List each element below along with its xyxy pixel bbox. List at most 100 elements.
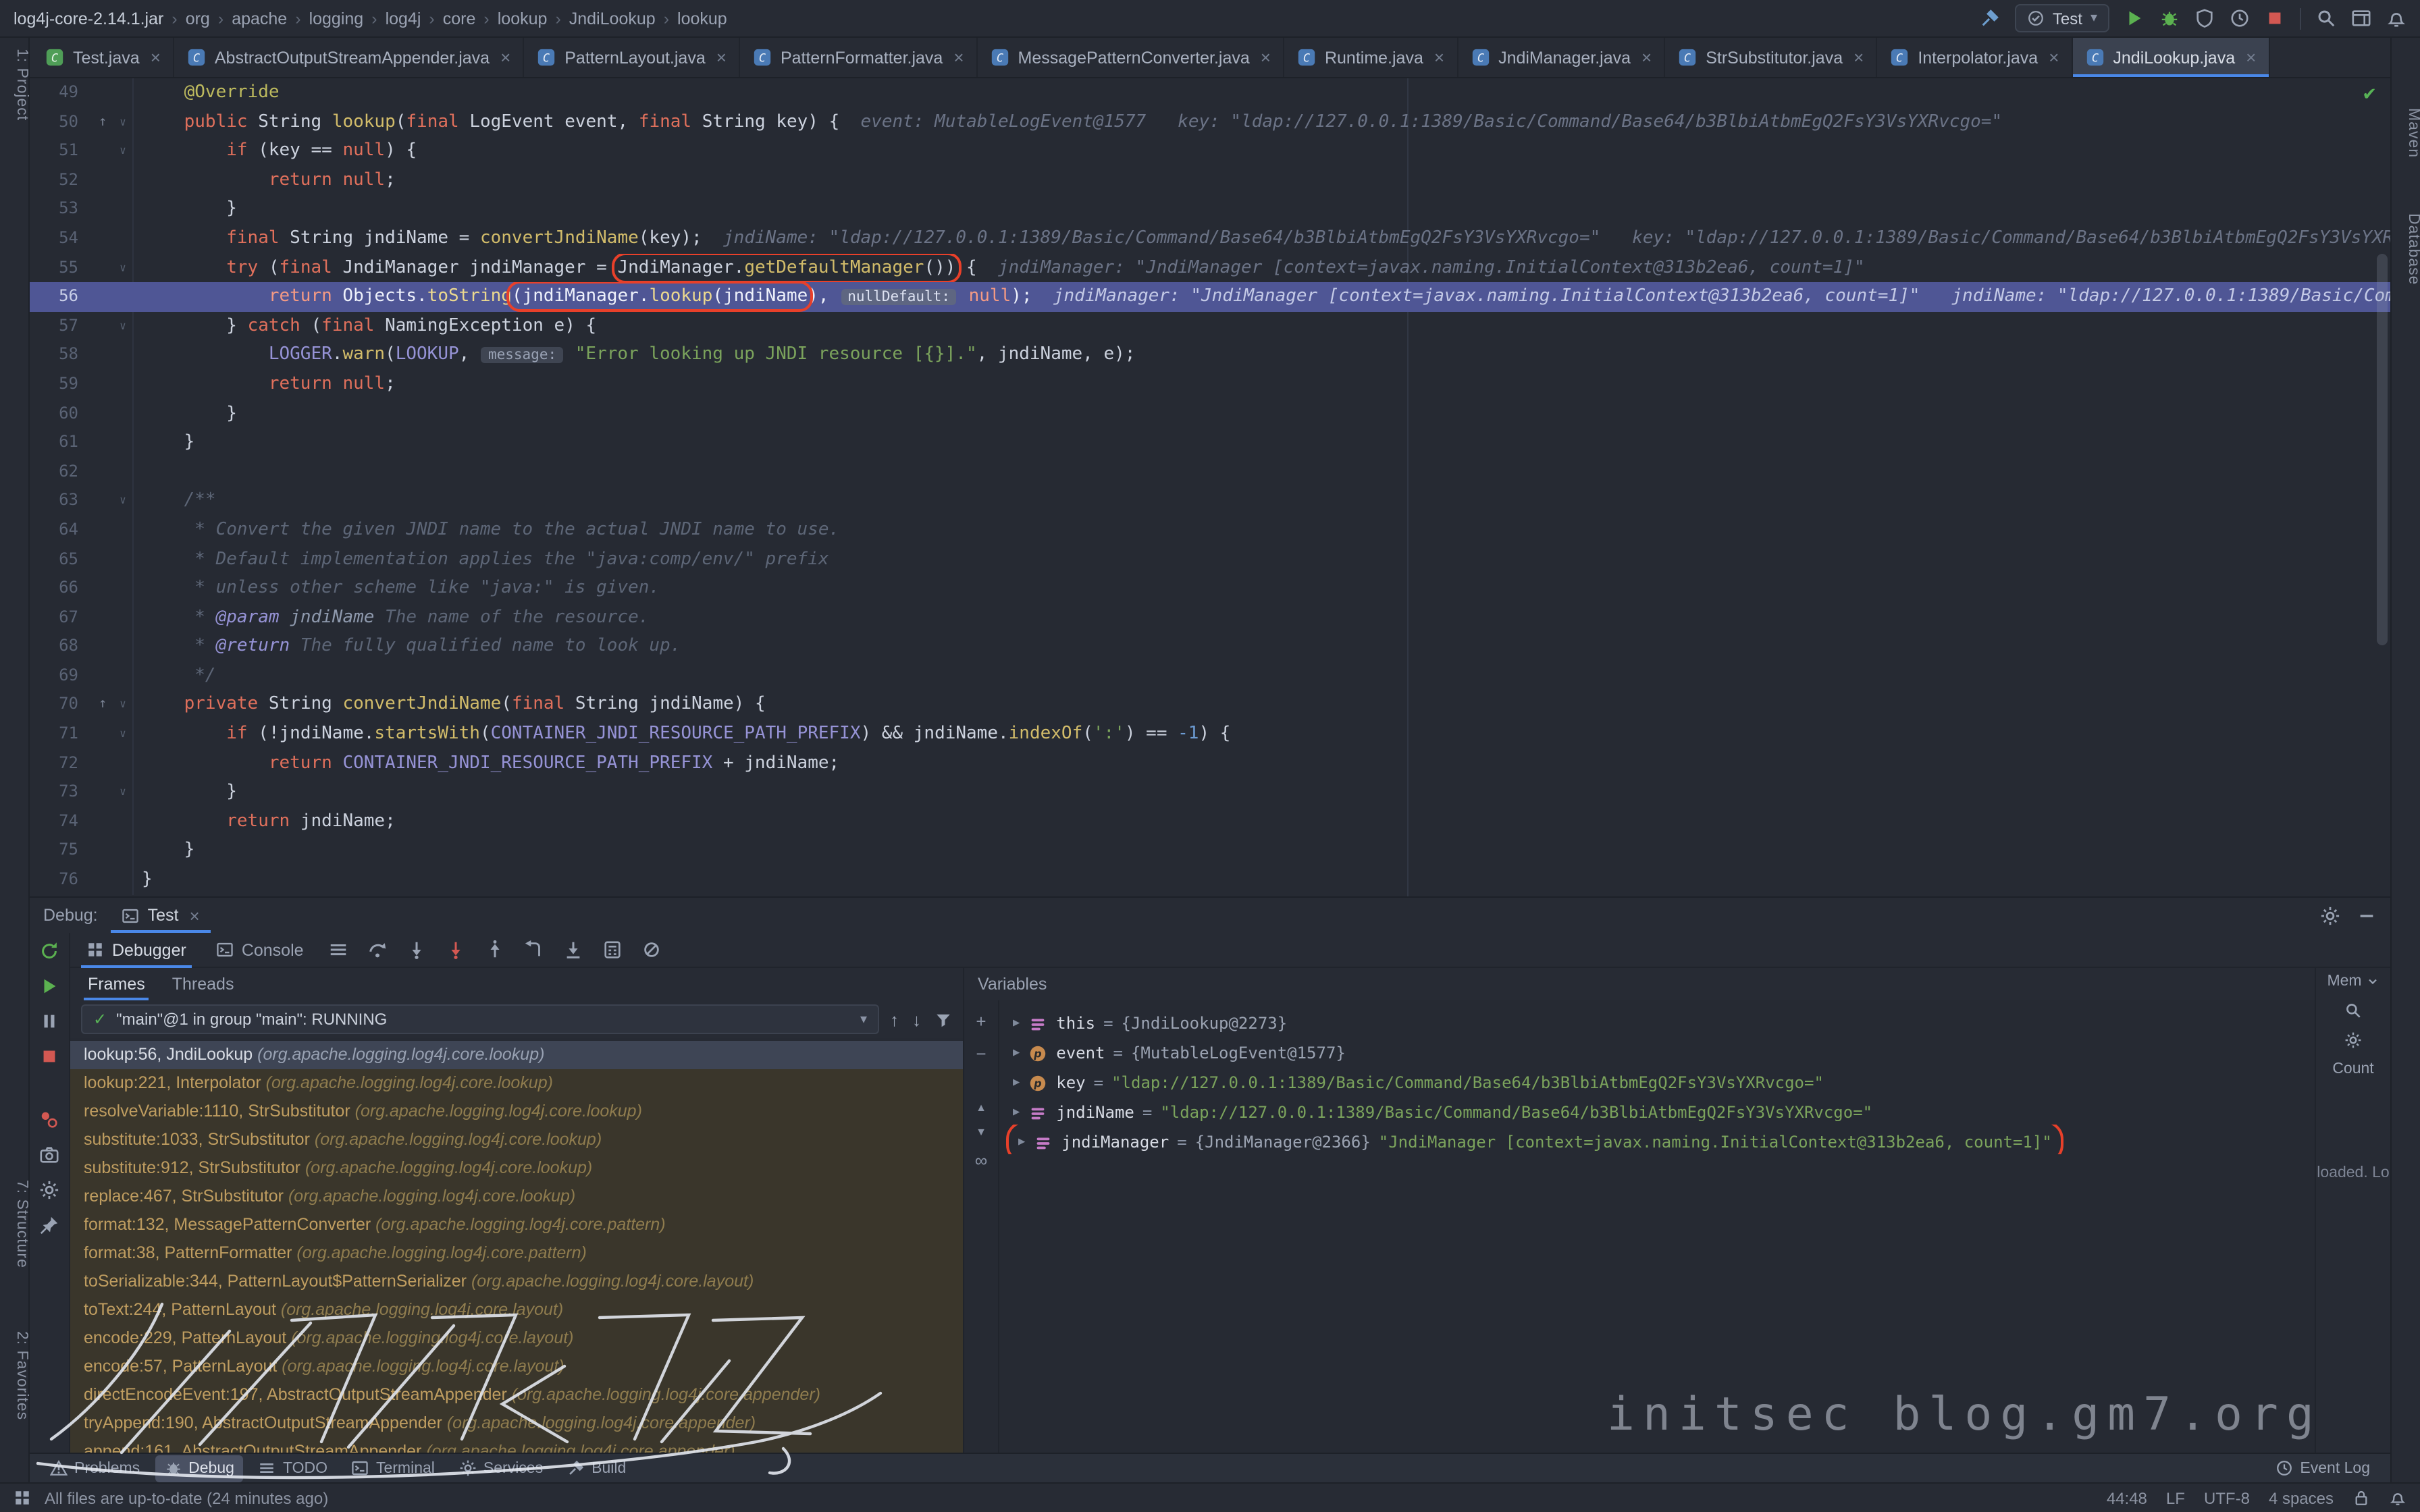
thread-selector[interactable]: ✓ "main"@1 in group "main": RUNNING ▾ xyxy=(81,1004,879,1034)
tool-window-bar-item[interactable]: Build xyxy=(558,1455,635,1482)
line-number[interactable]: 73 xyxy=(30,778,92,807)
breadcrumb-item[interactable]: lookup xyxy=(677,9,727,28)
editor-tab[interactable]: CTest.java× xyxy=(32,38,174,77)
line-number[interactable]: 52 xyxy=(30,166,92,195)
view-breakpoints-button[interactable] xyxy=(39,1110,59,1130)
line-number[interactable]: 50 xyxy=(30,107,92,136)
expand-chevron-icon[interactable]: ▶ xyxy=(1013,1008,1020,1035)
debug-settings-gear-icon[interactable] xyxy=(2320,905,2340,925)
thread-dump-button[interactable] xyxy=(39,1145,59,1165)
line-number[interactable]: 70 xyxy=(30,691,92,720)
coverage-button[interactable] xyxy=(2194,8,2215,28)
line-number[interactable]: 65 xyxy=(30,545,92,574)
code-line[interactable]: 63∨ /** xyxy=(30,487,2390,516)
fold-marker[interactable]: ∨ xyxy=(113,253,134,282)
code-area[interactable]: 49 @Override50↑∨ public String lookup(fi… xyxy=(30,78,2390,894)
variable-row[interactable]: ▶jndiManager = {JndiManager@2366} "JndiM… xyxy=(999,1125,2390,1154)
breadcrumb-item[interactable]: JndiLookup xyxy=(569,9,656,28)
memory-search-icon[interactable] xyxy=(2344,1002,2362,1019)
code-line[interactable]: 60 } xyxy=(30,399,2390,428)
stack-frame-row[interactable]: toText:244, PatternLayout (org.apache.lo… xyxy=(70,1296,963,1324)
step-out-button[interactable] xyxy=(485,940,505,960)
code-line[interactable]: 76} xyxy=(30,865,2390,894)
code-line[interactable]: 66 * unless other scheme like "java:" is… xyxy=(30,574,2390,603)
code-line[interactable]: 51∨ if (key == null) { xyxy=(30,136,2390,165)
hide-panel-icon[interactable] xyxy=(2357,905,2377,925)
fold-marker[interactable]: ∨ xyxy=(113,107,134,136)
breadcrumb-item[interactable]: org xyxy=(186,9,210,28)
previous-frame-icon[interactable]: ↑ xyxy=(890,1009,899,1029)
code-line[interactable]: 49 @Override xyxy=(30,78,2390,107)
file-encoding[interactable]: UTF-8 xyxy=(2204,1488,2250,1507)
line-number[interactable]: 68 xyxy=(30,632,92,662)
code-line[interactable]: 69 */ xyxy=(30,662,2390,691)
breadcrumb-item[interactable]: log4j xyxy=(386,9,421,28)
close-icon[interactable]: × xyxy=(190,905,200,925)
line-number[interactable]: 75 xyxy=(30,836,92,865)
tab-close-icon[interactable]: × xyxy=(716,47,727,68)
tab-close-icon[interactable]: × xyxy=(1261,47,1271,68)
stack-frame-row[interactable]: lookup:221, Interpolator (org.apache.log… xyxy=(70,1069,963,1098)
stack-frame-row[interactable]: encode:57, PatternLayout (org.apache.log… xyxy=(70,1353,963,1381)
line-number[interactable]: 66 xyxy=(30,574,92,603)
pause-button[interactable] xyxy=(39,1011,59,1031)
move-up-icon[interactable]: ▲ xyxy=(976,1102,987,1114)
resume-button[interactable] xyxy=(39,976,59,996)
tool-window-button[interactable]: Database xyxy=(2392,213,2420,285)
line-number[interactable]: 63 xyxy=(30,487,92,516)
stack-frame-row[interactable]: append:161, AbstractOutputStreamAppender… xyxy=(70,1438,963,1453)
line-number[interactable]: 58 xyxy=(30,341,92,370)
breadcrumb-item[interactable]: logging xyxy=(309,9,364,28)
fold-marker[interactable]: ∨ xyxy=(113,487,134,516)
code-line[interactable]: 67 * @param jndiName The name of the res… xyxy=(30,603,2390,632)
watch-all-icon[interactable]: ∞ xyxy=(975,1150,988,1170)
stack-frame-row[interactable]: lookup:56, JndiLookup (org.apache.loggin… xyxy=(70,1041,963,1069)
line-number[interactable]: 64 xyxy=(30,516,92,545)
editor-tab[interactable]: CStrSubstitutor.java× xyxy=(1665,38,1877,77)
line-number[interactable]: 49 xyxy=(30,78,92,107)
debug-button[interactable] xyxy=(2159,8,2180,28)
expand-chevron-icon[interactable]: ▶ xyxy=(1013,1068,1020,1095)
tab-threads[interactable]: Threads xyxy=(168,968,238,1000)
breadcrumb-item[interactable]: log4j-core-2.14.1.jar xyxy=(14,9,163,28)
drop-frame-button[interactable] xyxy=(524,940,544,960)
debug-session-tab[interactable]: Test × xyxy=(111,898,211,933)
line-number[interactable]: 55 xyxy=(30,253,92,282)
run-to-cursor-button[interactable] xyxy=(563,940,583,960)
memory-tab[interactable]: Mem xyxy=(2327,973,2379,990)
code-line[interactable]: 62 xyxy=(30,457,2390,486)
stack-frame-row[interactable]: toSerializable:344, PatternLayout$Patter… xyxy=(70,1268,963,1296)
tool-window-bar-item[interactable]: Debug xyxy=(155,1455,244,1482)
editor-tab[interactable]: CJndiLookup.java× xyxy=(2072,38,2269,77)
search-everywhere-icon[interactable] xyxy=(2316,8,2336,28)
code-line[interactable]: 58 LOGGER.warn(LOOKUP, message: "Error l… xyxy=(30,341,2390,370)
notification-bell-icon[interactable] xyxy=(2389,1489,2406,1507)
tab-console[interactable]: Console xyxy=(211,932,309,967)
fold-marker[interactable]: ∨ xyxy=(113,312,134,341)
expand-chevron-icon[interactable]: ▶ xyxy=(1013,1038,1020,1065)
move-down-icon[interactable]: ▼ xyxy=(976,1126,987,1138)
memory-settings-icon[interactable] xyxy=(2344,1031,2362,1049)
run-button[interactable] xyxy=(2124,8,2145,28)
tab-close-icon[interactable]: × xyxy=(1641,47,1652,68)
tab-close-icon[interactable]: × xyxy=(953,47,964,68)
code-line[interactable]: 75 } xyxy=(30,836,2390,865)
line-number[interactable]: 51 xyxy=(30,136,92,165)
tab-close-icon[interactable]: × xyxy=(2246,47,2256,68)
override-marker-icon[interactable]: ↑ xyxy=(92,107,113,136)
line-number[interactable]: 74 xyxy=(30,807,92,836)
variable-row[interactable]: ▶jndiName = "ldap://127.0.0.1:1389/Basic… xyxy=(999,1095,2390,1125)
line-number[interactable]: 71 xyxy=(30,720,92,749)
stack-frame-row[interactable]: tryAppend:190, AbstractOutputStreamAppen… xyxy=(70,1409,963,1438)
line-number[interactable]: 69 xyxy=(30,662,92,691)
code-line[interactable]: 61 } xyxy=(30,428,2390,457)
tool-window-bar-item[interactable]: Services xyxy=(450,1455,552,1482)
tab-debugger[interactable]: Debugger xyxy=(81,932,192,967)
tab-close-icon[interactable]: × xyxy=(500,47,510,68)
code-line[interactable]: 54 final String jndiName = convertJndiNa… xyxy=(30,224,2390,253)
stack-frame-row[interactable]: format:38, PatternFormatter (org.apache.… xyxy=(70,1239,963,1268)
window-layout-icon[interactable] xyxy=(2351,8,2371,28)
fold-marker[interactable]: ∨ xyxy=(113,136,134,165)
fold-marker[interactable]: ∨ xyxy=(113,720,134,749)
expand-chevron-icon[interactable]: ▶ xyxy=(1013,1098,1020,1125)
